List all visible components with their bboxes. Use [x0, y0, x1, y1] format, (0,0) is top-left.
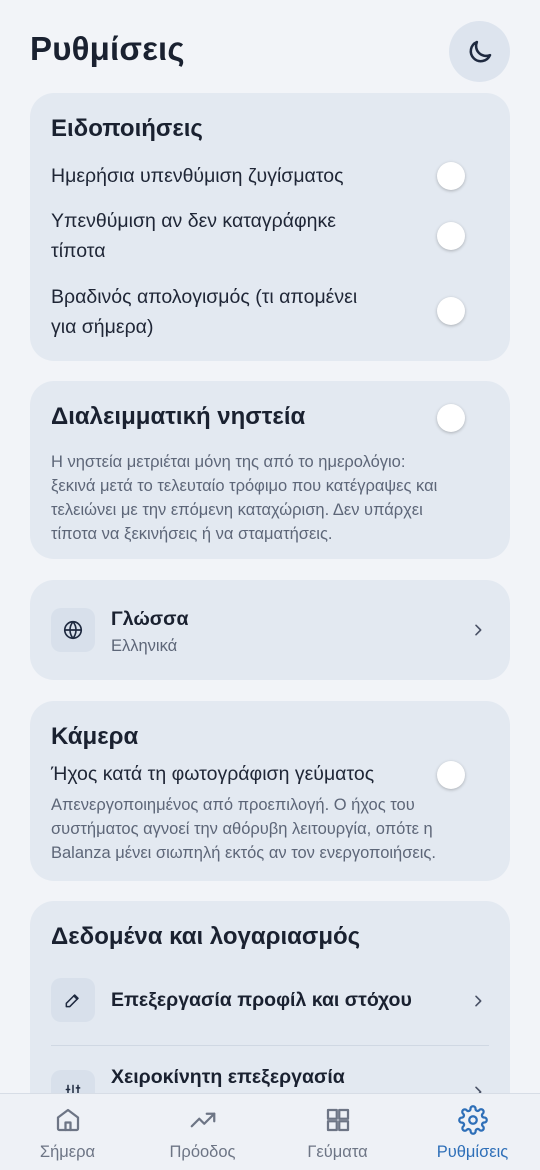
nav-today[interactable]: Σήμερα	[0, 1094, 135, 1170]
fasting-title: Διαλειμματική νηστεία	[51, 403, 306, 430]
nothing-logged-reminder-toggle[interactable]	[437, 222, 465, 250]
data-account-title: Δεδομένα και λογαριασμός	[51, 923, 361, 950]
language-value: Ελληνικά	[111, 637, 178, 655]
nav-today-label: Σήμερα	[39, 1143, 96, 1161]
camera-title: Κάμερα	[51, 723, 139, 750]
camera-sound-label: Ήχος κατά τη φωτογράφιση γεύματος	[51, 763, 375, 785]
fasting-toggle[interactable]	[437, 404, 465, 432]
manual-edit-label: Χειροκίνητη επεξεργασία	[111, 1066, 345, 1088]
daily-weigh-reminder-label: Ημερήσια υπενθύμιση ζυγίσματος	[51, 165, 344, 187]
nav-meals[interactable]: Γεύματα	[270, 1094, 405, 1170]
nav-progress[interactable]: Πρόοδος	[135, 1094, 270, 1170]
camera-sound-toggle[interactable]	[437, 761, 465, 789]
home-icon	[56, 1108, 79, 1132]
fasting-description: Η νηστεία μετριέται μόνη της από το ημερ…	[51, 453, 438, 543]
nav-settings[interactable]: Ρυθμίσεις	[405, 1094, 540, 1170]
chevron-right-icon	[470, 622, 486, 638]
nothing-logged-reminder-label: Υπενθύμιση αν δεν καταγράφηκε τίποτα	[51, 210, 336, 262]
divider	[51, 1045, 489, 1046]
daily-weigh-reminder-toggle[interactable]	[437, 162, 465, 190]
language-card[interactable]: Γλώσσα Ελληνικά	[30, 580, 510, 680]
notifications-title: Ειδοποιήσεις	[51, 115, 203, 142]
language-title: Γλώσσα	[111, 608, 189, 630]
edit-profile-row[interactable]: Επεξεργασία προφίλ και στόχου	[30, 975, 510, 1027]
page-title: Ρυθμίσεις	[30, 30, 185, 67]
pencil-icon	[65, 994, 79, 1008]
nav-progress-label: Πρόοδος	[169, 1143, 236, 1161]
notifications-card: Ειδοποιήσεις Ημερήσια υπενθύμιση ζυγίσμα…	[30, 93, 510, 361]
bottom-nav: Σήμερα Πρόοδος Γεύματα Ρυθμίσεις	[0, 1093, 540, 1170]
fasting-card: Διαλειμματική νηστεία Η νηστεία μετριέτα…	[30, 381, 510, 559]
camera-description: Απενεργοποιημένος από προεπιλογή. Ο ήχος…	[51, 796, 436, 862]
evening-summary-label: Βραδινός απολογισμός (τι απομένει για σή…	[51, 286, 358, 338]
edit-profile-icon-box	[51, 978, 95, 1022]
globe-icon	[63, 620, 83, 640]
header: Ρυθμίσεις	[0, 0, 540, 92]
evening-summary-toggle[interactable]	[437, 297, 465, 325]
trend-icon	[190, 1112, 215, 1128]
camera-card: Κάμερα Ήχος κατά τη φωτογράφιση γεύματος…	[30, 701, 510, 881]
nav-settings-label: Ρυθμίσεις	[436, 1143, 509, 1161]
grid-icon	[326, 1108, 349, 1132]
language-icon-box	[51, 608, 95, 652]
edit-profile-label: Επεξεργασία προφίλ και στόχου	[111, 989, 412, 1011]
nav-meals-label: Γεύματα	[307, 1143, 368, 1161]
gear-icon	[457, 1105, 488, 1135]
theme-toggle-button[interactable]	[449, 21, 510, 82]
chevron-right-icon	[470, 993, 486, 1009]
moon-icon	[469, 40, 491, 62]
